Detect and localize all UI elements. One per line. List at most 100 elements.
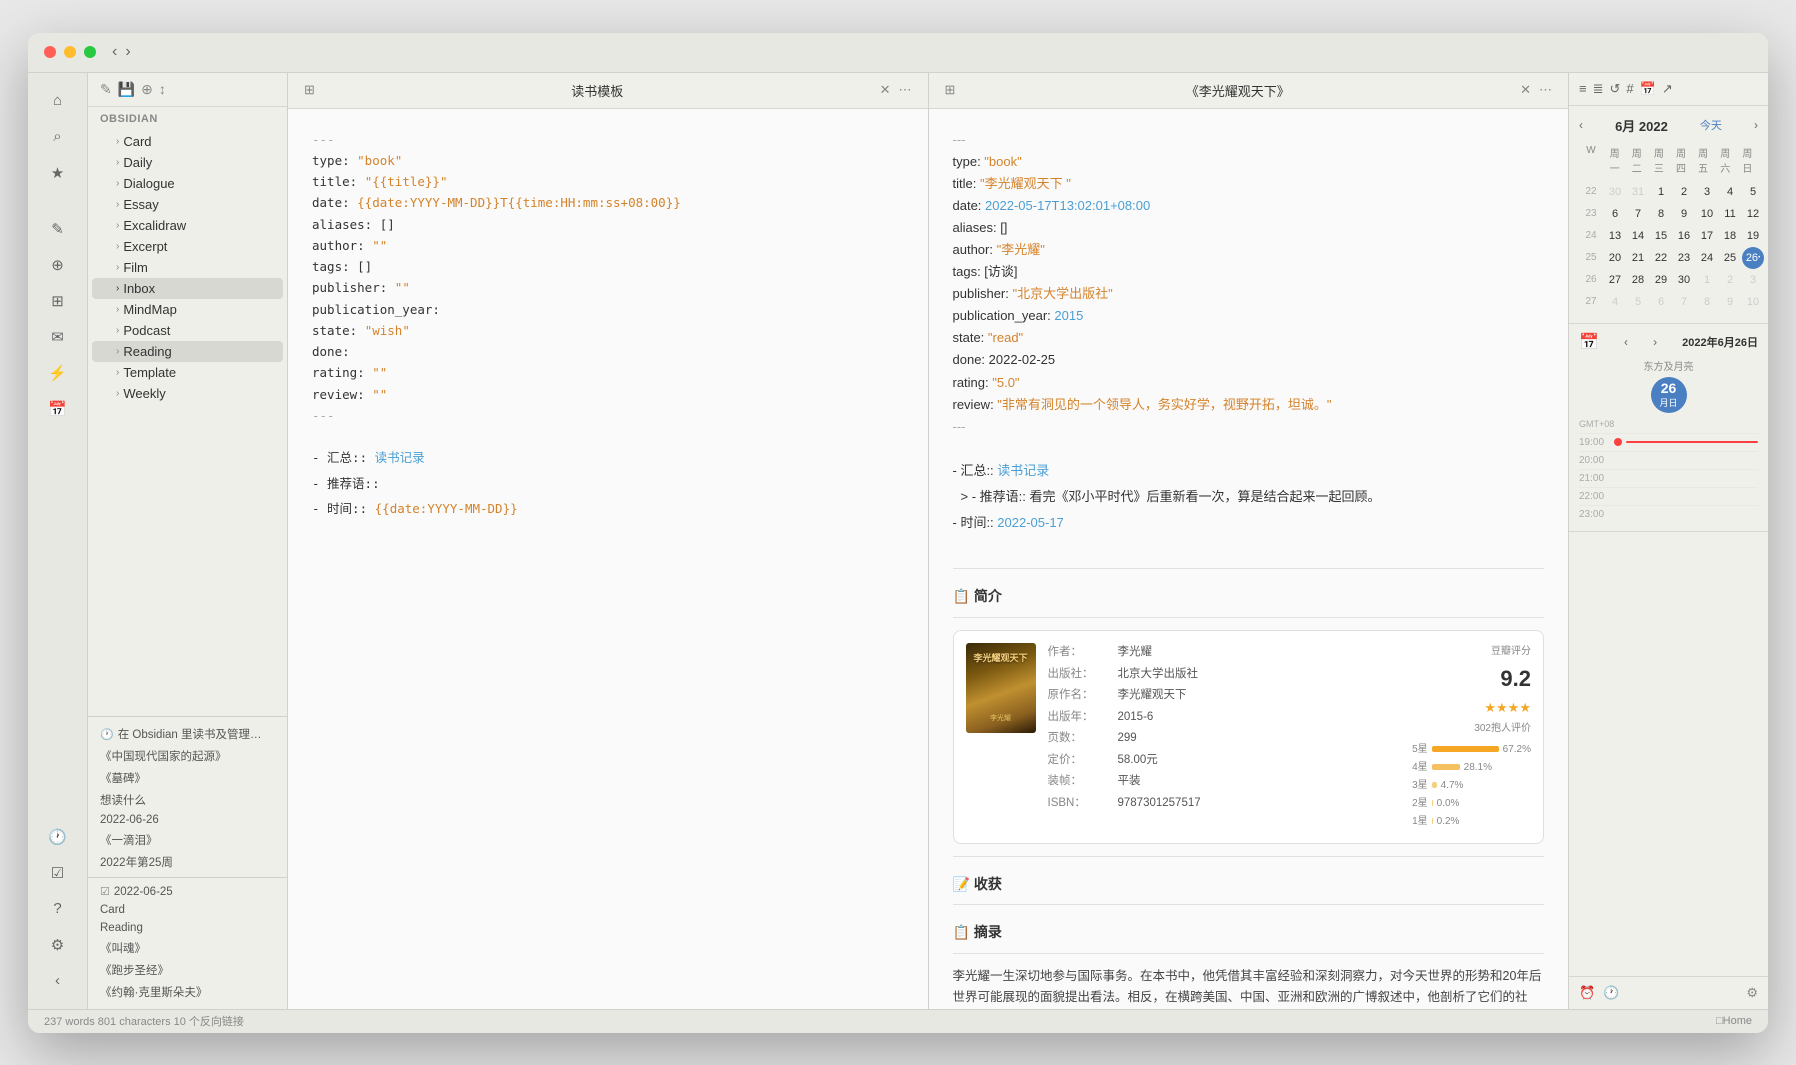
cal-day-2[interactable]: 2 xyxy=(1673,181,1695,203)
recent-item-5[interactable]: 2022-06-26 xyxy=(88,811,287,829)
recent-item-10[interactable]: Reading xyxy=(88,919,287,937)
cal-day-7-next[interactable]: 7 xyxy=(1673,291,1695,313)
cal-day-6[interactable]: 6 xyxy=(1604,203,1626,225)
cal-day-10-next[interactable]: 10 xyxy=(1742,291,1764,313)
minimize-button[interactable] xyxy=(64,46,76,58)
book-panel-close-icon[interactable]: ✕ xyxy=(1520,82,1531,98)
book-panel-grid-icon[interactable]: ⊞ xyxy=(945,82,956,98)
sidebar-link-icon[interactable]: ⊕ xyxy=(42,249,74,281)
cal-week-num-27[interactable]: 27 xyxy=(1579,291,1603,313)
tree-item-card[interactable]: ›Card xyxy=(92,131,283,152)
cal-day-8[interactable]: 8 xyxy=(1650,203,1672,225)
cal-day-21[interactable]: 21 xyxy=(1627,247,1649,269)
tree-item-template[interactable]: ›Template xyxy=(92,362,283,383)
day-next-button[interactable]: › xyxy=(1653,335,1657,349)
tree-item-inbox[interactable]: ›Inbox xyxy=(92,278,283,299)
cal-today-button[interactable]: 今天 xyxy=(1700,117,1722,133)
tree-item-reading[interactable]: ›Reading xyxy=(92,341,283,362)
cal-day-1[interactable]: 1 xyxy=(1650,181,1672,203)
cal-week-num-26[interactable]: 26 xyxy=(1579,269,1603,291)
cal-day-6-next[interactable]: 6 xyxy=(1650,291,1672,313)
cal-week-num-24[interactable]: 24 xyxy=(1579,225,1603,247)
cal-day-14[interactable]: 14 xyxy=(1627,225,1649,247)
cal-day-13[interactable]: 13 xyxy=(1604,225,1626,247)
template-panel-grid-icon[interactable]: ⊞ xyxy=(304,82,315,98)
toolbar-refresh-icon[interactable]: ↺ xyxy=(1610,81,1621,97)
cal-day-17[interactable]: 17 xyxy=(1696,225,1718,247)
sidebar-graph-icon[interactable]: ⚡ xyxy=(42,357,74,389)
recent-item-9[interactable]: Card xyxy=(88,901,287,919)
clock-icon[interactable]: 🕐 xyxy=(1603,985,1619,1001)
recent-item-1[interactable]: 🕐在 Obsidian 里读书及管理… xyxy=(88,723,287,745)
tree-item-weekly[interactable]: ›Weekly xyxy=(92,383,283,404)
cal-day-15[interactable]: 15 xyxy=(1650,225,1672,247)
sidebar-clock-icon[interactable]: 🕐 xyxy=(42,821,74,853)
cal-day-20[interactable]: 20 xyxy=(1604,247,1626,269)
toolbar-share-icon[interactable]: ↗ xyxy=(1662,81,1673,97)
alarm-icon[interactable]: ⏰ xyxy=(1579,985,1595,1001)
cal-day-18[interactable]: 18 xyxy=(1719,225,1741,247)
save-icon[interactable]: 💾 xyxy=(118,81,135,98)
sidebar-star-icon[interactable]: ★ xyxy=(42,157,74,189)
cal-day-19[interactable]: 19 xyxy=(1742,225,1764,247)
sidebar-inbox-icon[interactable]: ✉ xyxy=(42,321,74,353)
tree-item-excalidraw[interactable]: ›Excalidraw xyxy=(92,215,283,236)
cal-day-1-next[interactable]: 1 xyxy=(1696,269,1718,291)
cal-day-5[interactable]: 5 xyxy=(1742,181,1764,203)
toolbar-checklist-icon[interactable]: ≣ xyxy=(1593,81,1604,97)
template-panel-close-icon[interactable]: ✕ xyxy=(880,82,891,98)
toolbar-list-icon[interactable]: ≡ xyxy=(1579,81,1587,96)
sidebar-checkbox-icon[interactable]: ☑ xyxy=(42,857,74,889)
cal-day-5-next[interactable]: 5 xyxy=(1627,291,1649,313)
cal-day-25[interactable]: 25 xyxy=(1719,247,1741,269)
add-icon[interactable]: ⊕ xyxy=(141,81,153,98)
toolbar-hash-icon[interactable]: # xyxy=(1626,81,1633,96)
cal-day-9-next[interactable]: 9 xyxy=(1719,291,1741,313)
tree-item-excerpt[interactable]: ›Excerpt xyxy=(92,236,283,257)
book-panel-more-icon[interactable]: ⋯ xyxy=(1539,82,1552,98)
recent-item-2[interactable]: 《中国现代国家的起源》 xyxy=(88,745,287,767)
cal-day-27[interactable]: 27 xyxy=(1604,269,1626,291)
recent-item-6[interactable]: 《一滴泪》 xyxy=(88,829,287,851)
sidebar-collapse-icon[interactable]: ‹ xyxy=(42,965,74,997)
sidebar-settings-icon[interactable]: ⚙ xyxy=(42,929,74,961)
forward-button[interactable]: › xyxy=(125,43,130,61)
sidebar-edit-icon[interactable]: ✎ xyxy=(42,213,74,245)
sidebar-calendar-icon[interactable]: 📅 xyxy=(42,393,74,425)
cal-day-22[interactable]: 22 xyxy=(1650,247,1672,269)
cal-day-29[interactable]: 29 xyxy=(1650,269,1672,291)
recent-item-13[interactable]: 《约翰·克里斯朵夫》 xyxy=(88,981,287,1003)
cal-week-num-22[interactable]: 22 xyxy=(1579,181,1603,203)
cal-day-30-prev[interactable]: 30 xyxy=(1604,181,1626,203)
template-panel-content[interactable]: --- type: "book" title: "{{title}}" date… xyxy=(288,109,928,1009)
cal-day-26-today[interactable]: 26• xyxy=(1742,247,1764,269)
recent-item-3[interactable]: 《墓碑》 xyxy=(88,767,287,789)
sidebar-question-icon[interactable]: ? xyxy=(42,893,74,925)
sidebar-folder-icon[interactable]: ⊞ xyxy=(42,285,74,317)
edit-icon[interactable]: ✎ xyxy=(100,81,112,98)
maximize-button[interactable] xyxy=(84,46,96,58)
recent-item-4[interactable]: 想读什么 xyxy=(88,789,287,811)
close-button[interactable] xyxy=(44,46,56,58)
cal-day-9[interactable]: 9 xyxy=(1673,203,1695,225)
book-panel-rendered[interactable]: --- type: "book" title: "李光耀观天下 " date: … xyxy=(929,109,1569,1009)
tree-item-daily[interactable]: ›Daily xyxy=(92,152,283,173)
template-panel-more-icon[interactable]: ⋯ xyxy=(899,82,912,98)
cal-day-12[interactable]: 12 xyxy=(1742,203,1764,225)
recent-item-11[interactable]: 《叫魂》 xyxy=(88,937,287,959)
cal-day-11[interactable]: 11 xyxy=(1719,203,1741,225)
cal-day-16[interactable]: 16 xyxy=(1673,225,1695,247)
cal-week-num-23[interactable]: 23 xyxy=(1579,203,1603,225)
recent-item-7[interactable]: 2022年第25周 xyxy=(88,851,287,873)
cal-day-3[interactable]: 3 xyxy=(1696,181,1718,203)
cal-day-3-next[interactable]: 3 xyxy=(1742,269,1764,291)
tree-item-dialogue[interactable]: ›Dialogue xyxy=(92,173,283,194)
cal-day-4-next[interactable]: 4 xyxy=(1604,291,1626,313)
recent-item-12[interactable]: 《跑步圣经》 xyxy=(88,959,287,981)
tree-item-mindmap[interactable]: ›MindMap xyxy=(92,299,283,320)
cal-day-24[interactable]: 24 xyxy=(1696,247,1718,269)
sort-icon[interactable]: ↕ xyxy=(159,81,166,97)
cal-day-30[interactable]: 30 xyxy=(1673,269,1695,291)
cal-week-num-25[interactable]: 25 xyxy=(1579,247,1603,269)
toolbar-calendar-icon[interactable]: 📅 xyxy=(1640,81,1656,97)
